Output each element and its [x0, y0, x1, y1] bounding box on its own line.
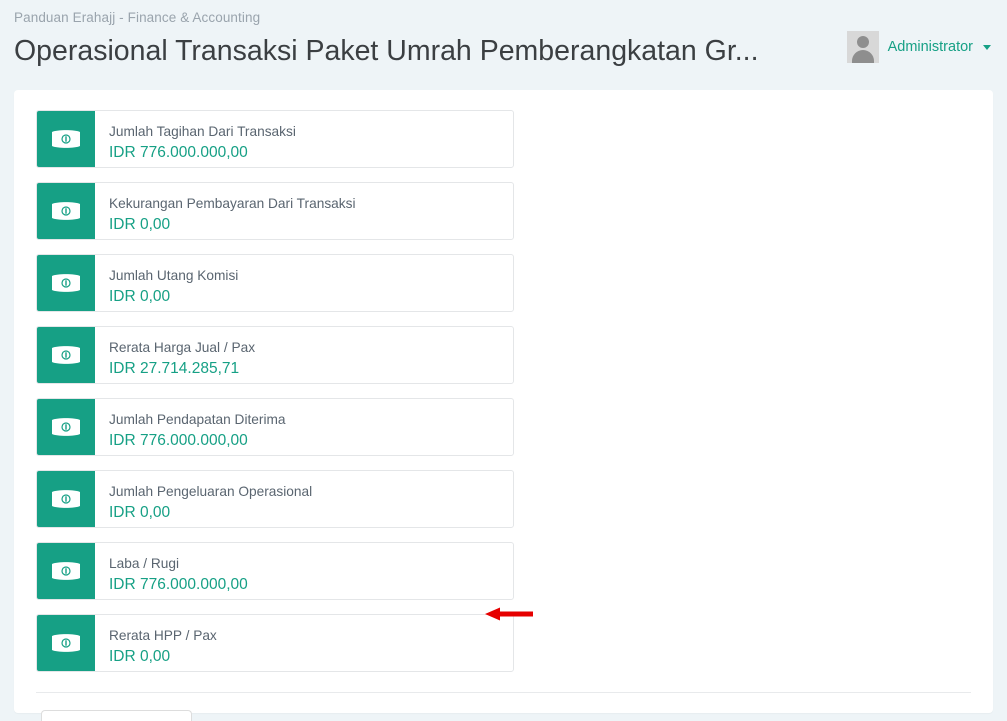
- stat-body: Rerata HPP / Pax IDR 0,00: [95, 615, 217, 671]
- stat-card-laba-rugi: Laba / Rugi IDR 776.000.000,00: [36, 542, 514, 600]
- stat-value: IDR 776.000.000,00: [109, 431, 248, 449]
- stat-label: Jumlah Utang Komisi: [109, 267, 239, 283]
- stats-column-left: Jumlah Tagihan Dari Transaksi IDR 776.00…: [36, 110, 514, 398]
- stat-value: IDR 776.000.000,00: [109, 575, 248, 593]
- stat-body: Laba / Rugi IDR 776.000.000,00: [95, 543, 248, 599]
- user-menu[interactable]: Administrator: [846, 31, 991, 63]
- tab-data-pengeluaran[interactable]: Data Pengeluaran: [41, 710, 192, 721]
- content-card: Jumlah Tagihan Dari Transaksi IDR 776.00…: [14, 90, 993, 721]
- stat-value: IDR 0,00: [109, 215, 171, 233]
- money-bill-icon: [37, 471, 95, 527]
- stat-label: Rerata Harga Jual / Pax: [109, 339, 256, 355]
- tab-data-pendapatan[interactable]: Data Pendapatan: [192, 711, 339, 721]
- stat-card-rerata-harga-jual-pax: Rerata Harga Jual / Pax IDR 27.714.285,7…: [36, 326, 514, 384]
- money-bill-icon: [37, 543, 95, 599]
- tab-bar: Data Pengeluaran Data Pendapatan Data Ut…: [36, 710, 971, 721]
- stat-label: Kekurangan Pembayaran Dari Transaksi: [109, 195, 356, 211]
- stat-value: IDR 776.000.000,00: [109, 143, 248, 161]
- stat-card-rerata-hpp-pax: Rerata HPP / Pax IDR 0,00: [36, 614, 514, 672]
- user-name-label: Administrator: [887, 39, 973, 55]
- money-bill-icon: [37, 111, 95, 167]
- money-bill-icon: [37, 183, 95, 239]
- tab-detail-pemberangkatan[interactable]: Detail Pemberangkatan: [624, 711, 810, 721]
- stat-body: Jumlah Pendapatan Diterima IDR 776.000.0…: [95, 399, 286, 455]
- money-bill-icon: [37, 615, 95, 671]
- page-header: Panduan Erahajj - Finance & Accounting O…: [0, 0, 1007, 90]
- stat-body: Jumlah Pengeluaran Operasional IDR 0,00: [95, 471, 312, 527]
- stat-body: Jumlah Utang Komisi IDR 0,00: [95, 255, 238, 311]
- breadcrumb: Panduan Erahajj - Finance & Accounting: [14, 10, 261, 25]
- stats-column-right: Jumlah Pendapatan Diterima IDR 776.000.0…: [36, 398, 514, 686]
- money-bill-icon: [37, 399, 95, 455]
- stat-label: Jumlah Pendapatan Diterima: [109, 411, 286, 427]
- stat-value: IDR 27.714.285,71: [109, 359, 240, 377]
- stat-card-jumlah-utang-komisi: Jumlah Utang Komisi IDR 0,00: [36, 254, 514, 312]
- tab-rekap-keuangan[interactable]: Rekap Keuangan: [810, 711, 956, 721]
- caret-down-icon: [983, 44, 991, 50]
- stat-body: Kekurangan Pembayaran Dari Transaksi IDR…: [95, 183, 356, 239]
- stat-body: Jumlah Tagihan Dari Transaksi IDR 776.00…: [95, 111, 296, 167]
- stat-label: Rerata HPP / Pax: [109, 627, 217, 643]
- user-avatar-icon: [846, 31, 879, 63]
- tab-data-transaksi[interactable]: Data Transaksi: [494, 711, 625, 721]
- page-title: Operasional Transaksi Paket Umrah Pember…: [14, 35, 759, 67]
- stats-grid: Jumlah Tagihan Dari Transaksi IDR 776.00…: [36, 106, 971, 686]
- stat-body: Rerata Harga Jual / Pax IDR 27.714.285,7…: [95, 327, 255, 383]
- tab-data-utang-komisi[interactable]: Data Utang Komisi: [339, 711, 494, 721]
- stat-label: Laba / Rugi: [109, 555, 180, 571]
- stat-label: Jumlah Pengeluaran Operasional: [109, 483, 313, 499]
- stat-card-kekurangan-pembayaran: Kekurangan Pembayaran Dari Transaksi IDR…: [36, 182, 514, 240]
- stat-card-jumlah-pengeluaran-operasional: Jumlah Pengeluaran Operasional IDR 0,00: [36, 470, 514, 528]
- money-bill-icon: [37, 255, 95, 311]
- section-divider: [36, 692, 971, 693]
- stat-value: IDR 0,00: [109, 287, 171, 305]
- stat-label: Jumlah Tagihan Dari Transaksi: [109, 123, 296, 139]
- stat-value: IDR 0,00: [109, 647, 171, 665]
- stat-card-jumlah-pendapatan: Jumlah Pendapatan Diterima IDR 776.000.0…: [36, 398, 514, 456]
- stat-card-jumlah-tagihan: Jumlah Tagihan Dari Transaksi IDR 776.00…: [36, 110, 514, 168]
- stat-value: IDR 0,00: [109, 503, 171, 521]
- money-bill-icon: [37, 327, 95, 383]
